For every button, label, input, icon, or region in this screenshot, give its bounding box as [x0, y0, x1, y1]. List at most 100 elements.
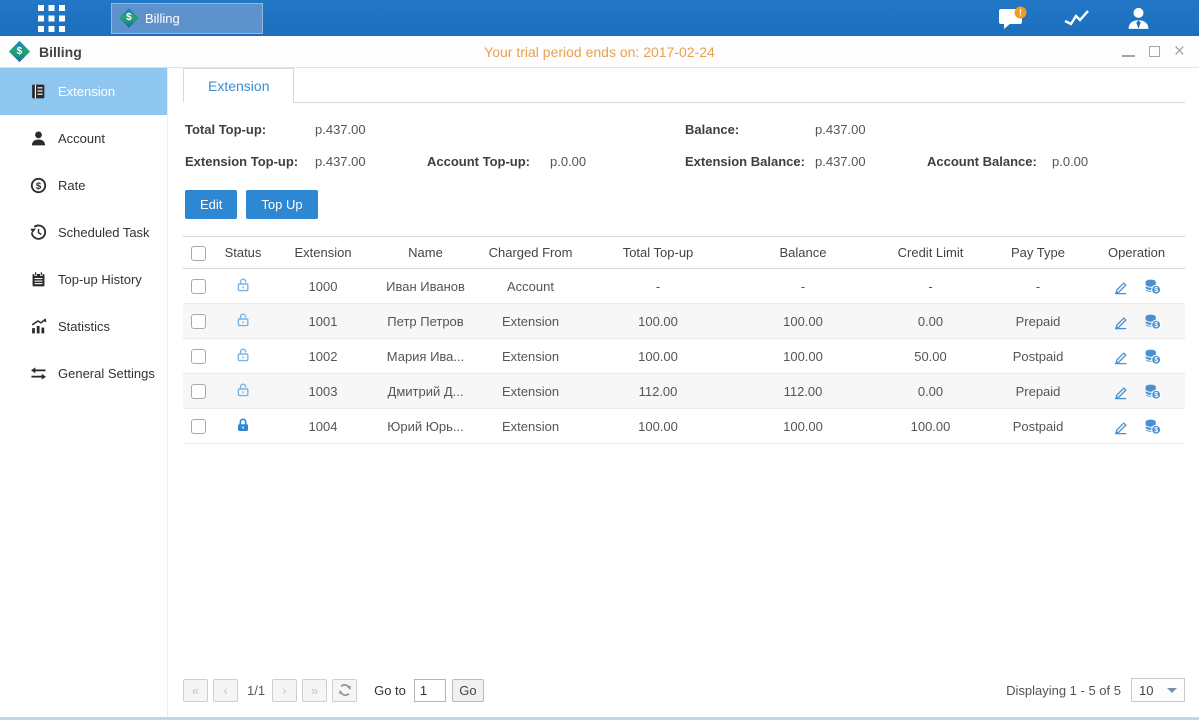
goto-label: Go to — [374, 683, 406, 698]
col-operation: Operation — [1088, 245, 1185, 260]
table-row: 1003 Дмитрий Д... Extension 112.00 112.0… — [183, 374, 1185, 409]
statistics-chart-icon[interactable] — [1063, 7, 1090, 29]
col-total-topup: Total Top-up — [583, 245, 733, 260]
svg-text:$: $ — [1154, 427, 1158, 434]
bar-chart-arrow-icon — [30, 318, 47, 335]
balance-cell: 100.00 — [733, 349, 873, 364]
topbar: $ Billing ! — [0, 0, 1199, 36]
topup-extension-icon[interactable]: $ — [1144, 348, 1161, 365]
tabstrip: Extension — [183, 68, 1185, 103]
messages-icon[interactable]: ! — [998, 6, 1027, 30]
sidebar-item-label: Top-up History — [58, 272, 142, 287]
edit-extension-icon[interactable] — [1112, 418, 1129, 435]
topup-extension-icon[interactable]: $ — [1144, 278, 1161, 295]
edit-extension-icon[interactable] — [1112, 348, 1129, 365]
trial-notice: Your trial period ends on: 2017-02-24 — [0, 44, 1199, 60]
sidebar: Extension Account $ Rate Scheduled Task — [0, 68, 168, 717]
balance-cell: 112.00 — [733, 384, 873, 399]
total-topup-cell: 100.00 — [583, 419, 733, 434]
status-lock-icon — [235, 421, 251, 436]
account-topup-value: p.0.00 — [550, 154, 662, 169]
balance-cell: 100.00 — [733, 314, 873, 329]
maximize-button[interactable] — [1149, 46, 1160, 57]
pay-type-cell: Postpaid — [988, 419, 1088, 434]
refresh-button[interactable] — [332, 679, 357, 702]
sidebar-item-label: Statistics — [58, 319, 110, 334]
row-checkbox[interactable] — [191, 349, 206, 364]
col-charged-from: Charged From — [478, 245, 583, 260]
go-button[interactable]: Go — [452, 679, 484, 702]
balance-value: p.437.00 — [815, 122, 927, 137]
credit-limit-cell: 0.00 — [873, 384, 988, 399]
topup-extension-icon[interactable]: $ — [1144, 313, 1161, 330]
total-topup-label: Total Top-up: — [185, 122, 315, 137]
row-checkbox[interactable] — [191, 314, 206, 329]
sidebar-item-general-settings[interactable]: General Settings — [0, 350, 167, 397]
dollar-circle-icon: $ — [30, 177, 47, 194]
taskbar-billing-button[interactable]: $ Billing — [111, 3, 263, 34]
extension-balance-value: p.437.00 — [815, 154, 927, 169]
topup-button[interactable]: Top Up — [246, 190, 317, 219]
stats-panel: Total Top-up: p.437.00 Balance: p.437.00… — [183, 103, 1185, 169]
sidebar-item-label: General Settings — [58, 366, 155, 381]
sidebar-item-label: Account — [58, 131, 105, 146]
billing-window-icon: $ — [9, 41, 30, 62]
table-row: 1000 Иван Иванов Account - - - - — [183, 269, 1185, 304]
row-checkbox[interactable] — [191, 279, 206, 294]
row-checkbox[interactable] — [191, 384, 206, 399]
extension-balance-label: Extension Balance: — [685, 154, 815, 169]
charged-from-cell: Extension — [478, 384, 583, 399]
displaying-text: Displaying 1 - 5 of 5 — [1006, 683, 1121, 698]
window-titlebar: $ Billing Your trial period ends on: 201… — [0, 36, 1199, 68]
tab-extension[interactable]: Extension — [183, 68, 294, 103]
action-toolbar: Edit Top Up — [185, 190, 1185, 219]
extension-cell: 1001 — [273, 314, 373, 329]
sidebar-item-account[interactable]: Account — [0, 115, 167, 162]
sidebar-item-extension[interactable]: Extension — [0, 68, 167, 115]
sidebar-item-statistics[interactable]: Statistics — [0, 303, 167, 350]
sidebar-item-topup-history[interactable]: Top-up History — [0, 256, 167, 303]
select-all-checkbox[interactable] — [191, 246, 206, 261]
table-row: 1001 Петр Петров Extension 100.00 100.00… — [183, 304, 1185, 339]
edit-extension-icon[interactable] — [1112, 383, 1129, 400]
edit-extension-icon[interactable] — [1112, 313, 1129, 330]
chevron-down-icon — [1167, 688, 1177, 693]
goto-page-input[interactable] — [414, 679, 446, 702]
name-cell: Юрий Юрь... — [373, 419, 478, 434]
apps-grid-icon[interactable] — [38, 5, 65, 32]
sidebar-item-label: Scheduled Task — [58, 225, 150, 240]
last-page-button[interactable]: » — [302, 679, 327, 702]
topup-extension-icon[interactable]: $ — [1144, 418, 1161, 435]
edit-button[interactable]: Edit — [185, 190, 237, 219]
page-size-select[interactable]: 10 — [1131, 678, 1185, 702]
user-account-icon[interactable] — [1126, 6, 1151, 31]
row-checkbox[interactable] — [191, 419, 206, 434]
charged-from-cell: Extension — [478, 349, 583, 364]
sidebar-item-scheduled-task[interactable]: Scheduled Task — [0, 209, 167, 256]
status-lock-icon — [235, 316, 251, 331]
charged-from-cell: Extension — [478, 314, 583, 329]
pay-type-cell: - — [988, 279, 1088, 294]
sidebar-item-label: Rate — [58, 178, 85, 193]
balance-label: Balance: — [685, 122, 815, 137]
name-cell: Петр Петров — [373, 314, 478, 329]
pay-type-cell: Prepaid — [988, 384, 1088, 399]
credit-limit-cell: 50.00 — [873, 349, 988, 364]
billing-app-icon: $ — [119, 8, 139, 28]
window-title: Billing — [39, 44, 82, 60]
name-cell: Мария Ива... — [373, 349, 478, 364]
sidebar-item-rate[interactable]: $ Rate — [0, 162, 167, 209]
first-page-button[interactable]: « — [183, 679, 208, 702]
table-row: 1004 Юрий Юрь... Extension 100.00 100.00… — [183, 409, 1185, 444]
minimize-button[interactable] — [1122, 47, 1135, 57]
next-page-button[interactable]: › — [272, 679, 297, 702]
close-button[interactable]: × — [1174, 46, 1185, 57]
edit-extension-icon[interactable] — [1112, 278, 1129, 295]
col-credit-limit: Credit Limit — [873, 245, 988, 260]
col-name: Name — [373, 245, 478, 260]
topup-extension-icon[interactable]: $ — [1144, 383, 1161, 400]
svg-text:$: $ — [1154, 392, 1158, 399]
prev-page-button[interactable]: ‹ — [213, 679, 238, 702]
account-balance-value: p.0.00 — [1052, 154, 1164, 169]
svg-text:$: $ — [1154, 322, 1158, 329]
